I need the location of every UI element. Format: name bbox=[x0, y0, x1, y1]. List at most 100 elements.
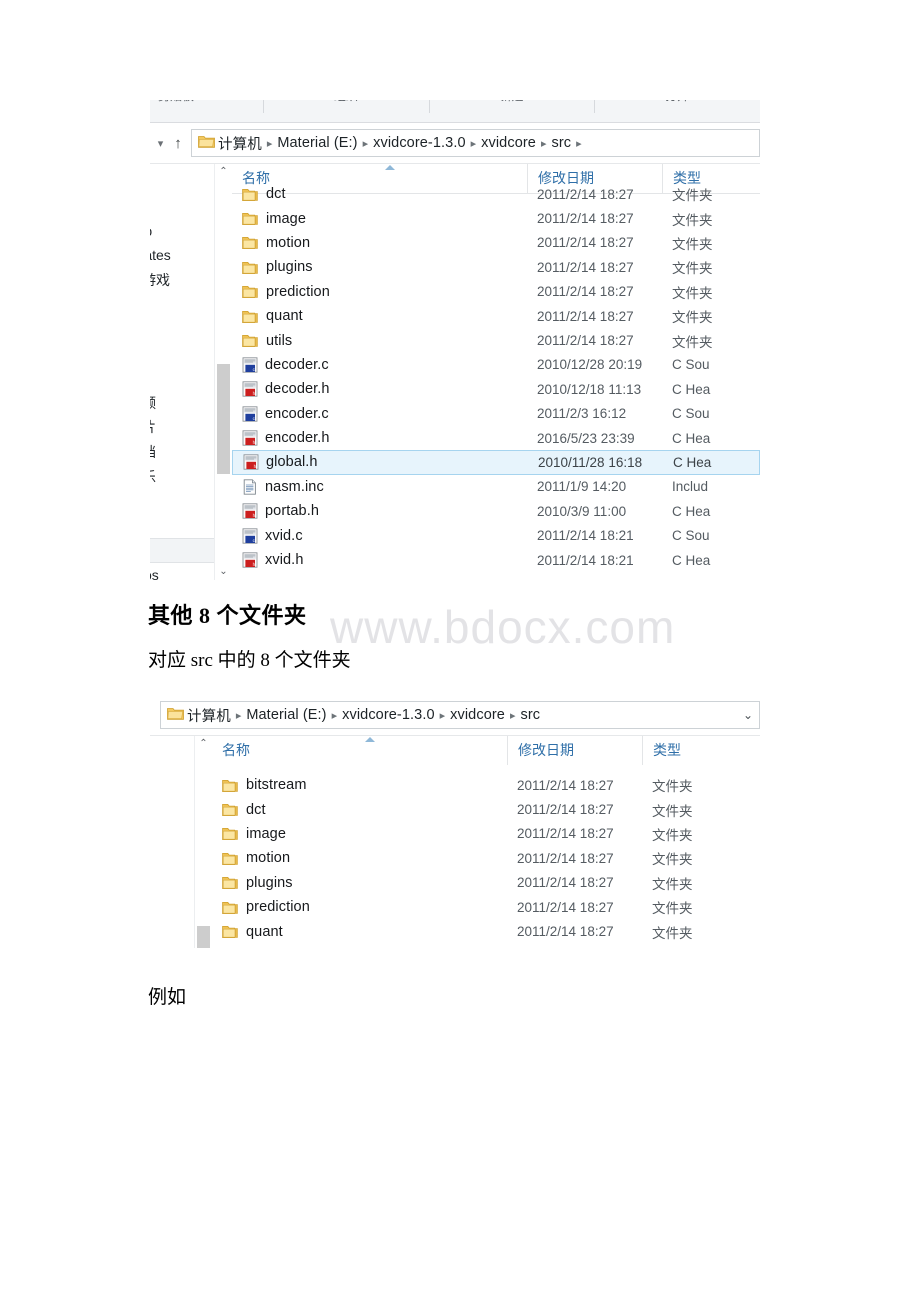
breadcrumb-separator-icon[interactable]: ▸ bbox=[267, 137, 273, 150]
table-row[interactable]: prediction 2011/2/14 18:27 文件夹 bbox=[212, 895, 760, 919]
scroll-down-icon[interactable]: ⌄ bbox=[215, 564, 232, 580]
breadcrumb-separator-icon[interactable]: ▸ bbox=[471, 137, 477, 150]
cell-name[interactable]: utils bbox=[232, 333, 527, 349]
breadcrumb-box[interactable]: 计算机 ▸ Material (E:) ▸ xvidcore-1.3.0 ▸ xvidcor… bbox=[160, 701, 760, 729]
table-row[interactable]: plugins 2011/2/14 18:27 文件夹 bbox=[212, 871, 760, 895]
cell-name[interactable]: c xvid.c bbox=[232, 528, 527, 544]
breadcrumb-box[interactable]: 计算机 ▸ Material (E:) ▸ xvidcore-1.3.0 ▸ xvidcor… bbox=[191, 129, 760, 157]
breadcrumb-separator-icon[interactable]: ▸ bbox=[236, 709, 242, 722]
column-header-date[interactable]: 修改日期 bbox=[507, 736, 642, 765]
scroll-up-icon[interactable]: ⌃ bbox=[215, 164, 232, 180]
cell-name[interactable]: image bbox=[212, 826, 507, 842]
navigation-pane[interactable]: ecentendToemplates存的游戏系人接藏夹索的视频的图片的文档的音乐… bbox=[150, 164, 232, 580]
table-row[interactable]: h encoder.h 2016/5/23 23:39 C Hea bbox=[232, 426, 760, 450]
column-header-name[interactable]: 名称 bbox=[212, 736, 507, 765]
ribbon-group-2[interactable]: 组织 bbox=[263, 100, 429, 113]
navigation-scrollbar[interactable]: ⌃ bbox=[194, 736, 212, 948]
table-row[interactable]: nasm.inc 2011/1/9 14:20 Includ bbox=[232, 475, 760, 499]
cell-name[interactable]: h portab.h bbox=[232, 503, 527, 519]
address-bar[interactable]: 计算机 ▸ Material (E:) ▸ xvidcore-1.3.0 ▸ xvidcor… bbox=[150, 695, 760, 736]
cell-name[interactable]: bitstream bbox=[212, 777, 507, 793]
scrollbar-track[interactable] bbox=[215, 180, 232, 564]
navigate-up-icon[interactable]: ↑ bbox=[167, 135, 189, 152]
file-list-pane[interactable]: 名称 修改日期 类型 bitstream 2011/2/14 18:27 文件夹 dc… bbox=[212, 736, 760, 948]
cell-name[interactable]: dct bbox=[212, 802, 507, 818]
breadcrumb-item-2[interactable]: Material (E:) bbox=[246, 707, 326, 723]
breadcrumb-separator-icon[interactable]: ▸ bbox=[541, 137, 547, 150]
table-row[interactable]: quant 2011/2/14 18:27 文件夹 bbox=[232, 304, 760, 328]
breadcrumb-item-3[interactable]: xvidcore-1.3.0 bbox=[342, 707, 434, 723]
cell-name[interactable]: plugins bbox=[232, 259, 527, 275]
ribbon-group-3[interactable]: 新建 bbox=[428, 100, 595, 113]
cell-name[interactable]: quant bbox=[232, 308, 527, 324]
cell-name[interactable]: motion bbox=[212, 850, 507, 866]
file-rows[interactable]: dct 2011/2/14 18:27 文件夹 image 2011/2/14 18:2… bbox=[232, 182, 760, 572]
breadcrumb-item-4[interactable]: xvidcore bbox=[450, 707, 505, 723]
cell-name[interactable]: c encoder.c bbox=[232, 406, 527, 422]
cell-modified-date: 2011/2/14 18:21 bbox=[537, 528, 634, 544]
scrollbar-thumb[interactable] bbox=[197, 926, 210, 948]
breadcrumb-item-1[interactable]: 计算机 bbox=[218, 133, 262, 154]
cell-name[interactable]: c decoder.c bbox=[232, 357, 527, 373]
file-rows[interactable]: bitstream 2011/2/14 18:27 文件夹 dct 2011/2/14 … bbox=[212, 773, 760, 948]
cell-name[interactable]: h decoder.h bbox=[232, 381, 527, 397]
column-header-row[interactable]: 名称 修改日期 类型 bbox=[212, 736, 760, 765]
folder-icon bbox=[222, 828, 238, 841]
table-row[interactable]: motion 2011/2/14 18:27 文件夹 bbox=[212, 846, 760, 870]
table-row[interactable]: image 2011/2/14 18:27 文件夹 bbox=[212, 822, 760, 846]
table-row[interactable]: plugins 2011/2/14 18:27 文件夹 bbox=[232, 255, 760, 279]
breadcrumb-item-5[interactable]: src bbox=[520, 707, 540, 723]
breadcrumb-separator-icon[interactable]: ▸ bbox=[332, 709, 338, 722]
cell-name[interactable]: prediction bbox=[212, 899, 507, 915]
cell-name[interactable]: h encoder.h bbox=[232, 430, 527, 446]
breadcrumb-separator-icon[interactable]: ▸ bbox=[510, 709, 516, 722]
breadcrumb-separator-icon[interactable]: ▸ bbox=[440, 709, 446, 722]
breadcrumb[interactable]: 计算机 ▸ Material (E:) ▸ xvidcore-1.3.0 ▸ xvidcor… bbox=[218, 133, 753, 154]
cell-name[interactable]: h global.h bbox=[233, 454, 528, 470]
table-row[interactable]: bitstream 2011/2/14 18:27 文件夹 bbox=[212, 773, 760, 797]
scrollbar-thumb[interactable] bbox=[217, 364, 230, 474]
scrollbar-track[interactable] bbox=[195, 752, 212, 948]
breadcrumb-item-4[interactable]: xvidcore bbox=[481, 135, 536, 151]
cell-name[interactable]: h xvid.h bbox=[232, 552, 527, 568]
breadcrumb-separator-icon[interactable]: ▸ bbox=[576, 137, 582, 150]
cell-name[interactable]: motion bbox=[232, 235, 527, 251]
cell-name[interactable]: plugins bbox=[212, 875, 507, 891]
breadcrumb-item-2[interactable]: Material (E:) bbox=[277, 135, 357, 151]
navigation-pane[interactable]: tes戏 ⌃ bbox=[150, 736, 212, 948]
breadcrumb-item-1[interactable]: 计算机 bbox=[187, 705, 231, 726]
table-row[interactable]: c decoder.c 2010/12/28 20:19 C Sou bbox=[232, 353, 760, 377]
table-row[interactable]: utils2011/2/14 18:27文件夹 bbox=[212, 944, 760, 949]
chevron-down-icon[interactable]: ⌄ bbox=[737, 708, 753, 722]
cell-name[interactable]: image bbox=[232, 211, 527, 227]
ribbon-group-1[interactable]: 剪贴板 bbox=[150, 100, 263, 113]
breadcrumb[interactable]: 计算机 ▸ Material (E:) ▸ xvidcore-1.3.0 ▸ xvidcor… bbox=[187, 705, 737, 726]
table-row[interactable]: quant 2011/2/14 18:27 文件夹 bbox=[212, 919, 760, 943]
column-header-type[interactable]: 类型 bbox=[642, 736, 760, 765]
table-row[interactable]: image 2011/2/14 18:27 文件夹 bbox=[232, 206, 760, 230]
table-row[interactable]: c encoder.c 2011/2/3 16:12 C Sou bbox=[232, 402, 760, 426]
cell-name[interactable]: prediction bbox=[232, 284, 527, 300]
scroll-up-icon[interactable]: ⌃ bbox=[195, 736, 212, 752]
cell-name[interactable]: dct bbox=[232, 186, 527, 202]
breadcrumb-item-5[interactable]: src bbox=[551, 135, 571, 151]
breadcrumb-separator-icon[interactable]: ▸ bbox=[363, 137, 369, 150]
table-row[interactable]: prediction 2011/2/14 18:27 文件夹 bbox=[232, 280, 760, 304]
ribbon-group-4[interactable]: 打开 bbox=[594, 100, 760, 113]
address-bar[interactable]: ▾ ↑ 计算机 ▸ Material (E:) ▸ xvidcore-1.3.0 ▸ xvi… bbox=[150, 123, 760, 164]
table-row[interactable]: utils2011/2/14 18:27文件夹 bbox=[232, 328, 760, 352]
table-row[interactable]: c xvid.c 2011/2/14 18:21 C Sou bbox=[232, 523, 760, 547]
table-row[interactable]: h xvid.h 2011/2/14 18:21 C Hea bbox=[232, 548, 760, 572]
table-row[interactable]: h global.h 2010/11/28 16:18 C Hea bbox=[232, 450, 760, 475]
table-row[interactable]: h portab.h 2010/3/9 11:00 C Hea bbox=[232, 499, 760, 523]
table-row[interactable]: dct 2011/2/14 18:27 文件夹 bbox=[232, 182, 760, 206]
breadcrumb-item-3[interactable]: xvidcore-1.3.0 bbox=[373, 135, 465, 151]
file-list-pane[interactable]: 名称 修改日期 类型 dct 2011/2/14 18:27 文件夹 image 201… bbox=[232, 164, 760, 580]
table-row[interactable]: h decoder.h 2010/12/18 11:13 C Hea bbox=[232, 377, 760, 401]
table-row[interactable]: motion 2011/2/14 18:27 文件夹 bbox=[232, 231, 760, 255]
table-row[interactable]: dct 2011/2/14 18:27 文件夹 bbox=[212, 797, 760, 821]
navigation-scrollbar[interactable]: ⌃ ⌄ bbox=[214, 164, 232, 580]
cell-name[interactable]: nasm.inc bbox=[232, 479, 527, 495]
back-history-caret-icon[interactable]: ▾ bbox=[154, 137, 167, 150]
cell-name[interactable]: quant bbox=[212, 924, 507, 940]
